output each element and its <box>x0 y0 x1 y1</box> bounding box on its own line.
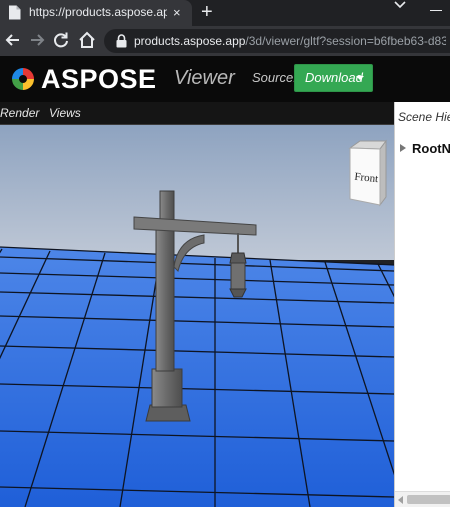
page-icon <box>9 5 21 20</box>
app-title: Viewer <box>174 67 235 89</box>
scroll-left-icon[interactable] <box>398 496 403 504</box>
expand-triangle-icon[interactable] <box>400 144 406 152</box>
menu-render[interactable]: Render <box>0 106 39 121</box>
lock-icon[interactable] <box>116 34 127 48</box>
reload-icon[interactable] <box>51 30 71 50</box>
browser-toolbar: products.aspose.app/3d/viewer/gltf?sessi… <box>0 26 450 56</box>
caret-down-icon <box>356 76 364 80</box>
logo-text[interactable]: ASPOSE <box>41 63 157 95</box>
view-cube[interactable]: Front <box>348 139 387 207</box>
tree-item-root-node[interactable]: RootNode <box>412 141 450 157</box>
3d-viewport[interactable]: Front <box>0 125 394 507</box>
forward-arrow-icon[interactable] <box>27 30 47 50</box>
close-tab-icon[interactable]: × <box>173 5 181 20</box>
menu-views[interactable]: Views <box>49 106 81 121</box>
horizontal-scrollbar[interactable] <box>395 491 450 507</box>
chevron-down-icon[interactable] <box>393 0 407 10</box>
tab-strip: https://products.aspose.app/3d/ × + <box>0 0 450 26</box>
menu-bar: Render Views <box>0 102 394 125</box>
scrollbar-thumb[interactable] <box>407 495 450 504</box>
minimize-icon[interactable] <box>430 10 442 11</box>
app-header: ASPOSE Viewer SourceF Download <box>0 56 450 102</box>
viewport-canvas[interactable]: Front <box>0 125 394 507</box>
home-icon[interactable] <box>77 30 97 50</box>
floor-plane <box>0 247 394 507</box>
scene-hierarchy-panel: Scene Hierarchy RootNode <box>394 102 450 507</box>
download-button[interactable]: Download <box>294 64 373 92</box>
download-label: Download <box>305 70 363 85</box>
back-arrow-icon[interactable] <box>3 30 23 50</box>
address-bar[interactable]: products.aspose.app/3d/viewer/gltf?sessi… <box>104 29 450 53</box>
source-link[interactable]: SourceF <box>252 70 294 86</box>
url-path: /3d/viewer/gltf?session=b6fbeb63-d83f... <box>245 34 446 48</box>
new-tab-button[interactable]: + <box>201 0 213 24</box>
url-host: products.aspose.app <box>134 34 246 48</box>
aspose-logo-icon[interactable] <box>9 65 37 93</box>
url-text: products.aspose.app/3d/viewer/gltf?sessi… <box>134 34 446 49</box>
scene-panel-title: Scene Hierarchy <box>398 110 450 124</box>
browser-tab[interactable]: https://products.aspose.app/3d/ × <box>0 0 192 26</box>
view-cube-front-label: Front <box>354 171 379 185</box>
tab-title: https://products.aspose.app/3d/ <box>29 5 167 19</box>
